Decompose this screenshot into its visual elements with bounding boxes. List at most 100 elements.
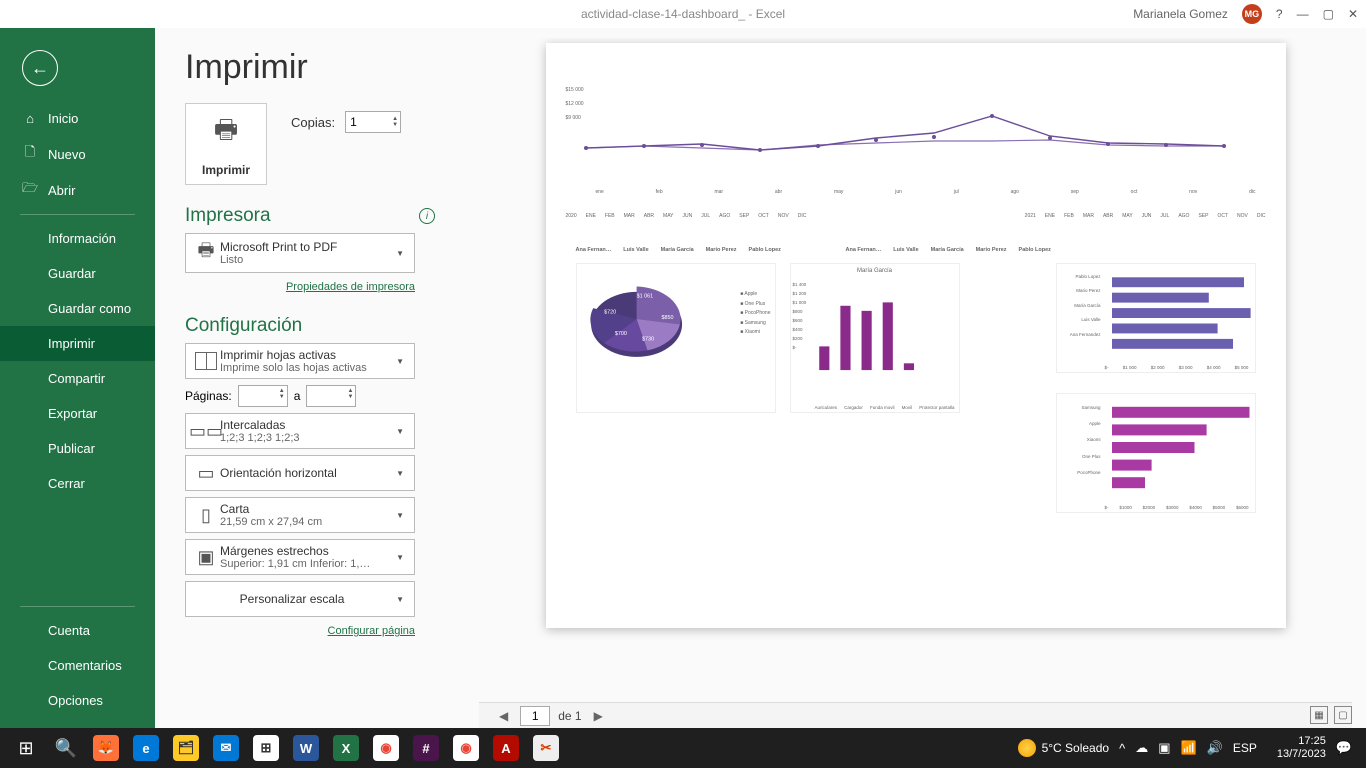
clock[interactable]: 17:25 13/7/2023 [1277,735,1326,761]
sidebar-item-print[interactable]: Imprimir [0,326,155,361]
sidebar-label: Cuenta [48,623,90,638]
taskbar-app-chrome2[interactable]: ◉ [446,728,486,768]
config-section-title: Configuración [185,315,302,337]
wifi-icon[interactable]: 📶 [1180,740,1196,756]
sidebar-label: Imprimir [48,336,95,351]
hbar-chart-brands: SamsungAppleXiaomiOne PlusPocoPhone $-$1… [1056,393,1256,513]
sidebar-item-share[interactable]: Compartir [0,361,155,396]
taskbar-app-firefox[interactable]: 🦊 [86,728,126,768]
orientation-label: Orientación horizontal [220,466,392,480]
page-to-input[interactable]: ▲▼ [306,385,356,407]
margins-selector[interactable]: ▣ Márgenes estrechos Superior: 1,91 cm I… [185,539,415,575]
pie-chart: $1 061 $850 $730 $700 $720 ■ Apple ■ One… [576,263,776,413]
sidebar-item-export[interactable]: Exportar [0,396,155,431]
search-button[interactable]: 🔍 [46,728,86,768]
folder-open-icon: 🗁 [22,182,38,198]
show-margins-button[interactable]: ▢ [1334,706,1352,724]
paper-size-selector[interactable]: ▯ Carta 21,59 cm x 27,94 cm ▼ [185,497,415,533]
print-scope-selector[interactable]: Imprimir hojas activas Imprime solo las … [185,343,415,379]
help-icon[interactable]: ? [1276,7,1283,21]
orientation-selector[interactable]: ▭ Orientación horizontal ▼ [185,455,415,491]
taskbar-app-chrome[interactable]: ◉ [366,728,406,768]
pages-label: Páginas: [185,389,232,403]
info-icon[interactable]: i [419,208,435,224]
spinner-arrows-icon[interactable]: ▲▼ [279,388,285,400]
minimize-icon[interactable]: — [1297,7,1309,21]
collation-selector[interactable]: ▭▭ Intercaladas 1;2;3 1;2;3 1;2;3 ▼ [185,413,415,449]
line-chart: $15 000$12 000$9 000 — 2020 — 2021 [566,83,1266,193]
chevron-down-icon: ▼ [392,511,408,520]
zoom-to-page-button[interactable]: ▦ [1310,706,1328,724]
print-button-label: Imprimir [202,163,250,177]
printer-selector[interactable]: 🖶 Microsoft Print to PDF Listo ▼ [185,233,415,273]
next-page-button[interactable]: ▶ [590,709,607,723]
page-title: Imprimir [185,48,465,87]
chevron-down-icon: ▼ [392,469,408,478]
sidebar-item-close[interactable]: Cerrar [0,466,155,501]
svg-text:$1 061: $1 061 [636,293,653,299]
battery-icon[interactable]: ▣ [1158,740,1170,756]
taskbar-app-excel[interactable]: X [326,728,366,768]
weather-widget[interactable]: 5°C Soleado [1018,739,1110,757]
margin-desc: Superior: 1,91 cm Inferior: 1,… [220,558,392,570]
sidebar-label: Compartir [48,371,105,386]
landscape-icon: ▭ [192,463,220,484]
printer-icon: 🖶 [192,238,220,268]
taskbar-app-store[interactable]: ⊞ [246,728,286,768]
user-avatar[interactable]: MG [1242,4,1262,24]
page-number-input[interactable] [520,706,550,726]
volume-icon[interactable]: 🔊 [1207,740,1223,756]
sidebar-item-saveas[interactable]: Guardar como [0,291,155,326]
sidebar-item-open[interactable]: 🗁Abrir [0,172,155,208]
printer-name: Microsoft Print to PDF [220,240,392,254]
start-button[interactable]: ⊞ [6,728,46,768]
scale-selector[interactable]: Personalizar escala ▼ [185,581,415,617]
weather-text: 5°C Soleado [1042,741,1110,755]
notifications-icon[interactable]: 💬 [1336,740,1352,756]
copies-value: 1 [350,115,357,129]
page-from-input[interactable]: ▲▼ [238,385,288,407]
sidebar-item-info[interactable]: Información [0,221,155,256]
maximize-icon[interactable]: ▢ [1323,7,1334,21]
prev-page-button[interactable]: ◀ [495,709,512,723]
sidebar-label: Información [48,231,116,246]
chevron-down-icon: ▼ [392,427,408,436]
people-tabs-right: Ana Fernan…Luis ValleMaría GarcíaMario P… [846,247,1051,255]
onedrive-icon[interactable]: ☁ [1135,740,1148,756]
taskbar-app-explorer[interactable]: 🗂 [166,728,206,768]
page-setup-link[interactable]: Configurar página [328,625,415,637]
taskbar-app-mail[interactable]: ✉ [206,728,246,768]
copies-spinner[interactable]: 1 ▲▼ [345,111,401,133]
tray-chevron-icon[interactable]: ^ [1119,741,1125,756]
sidebar-item-feedback[interactable]: Comentarios [0,648,155,683]
taskbar-app-acrobat[interactable]: A [486,728,526,768]
taskbar-app-slack[interactable]: # [406,728,446,768]
page-total-label: de 1 [558,709,581,723]
taskbar-app-snip[interactable]: ✂ [526,728,566,768]
hbar-chart-people: Pablo LopezMario PerezMaría GarcíaLuis V… [1056,263,1256,373]
sidebar-label: Inicio [48,111,78,126]
sidebar-item-publish[interactable]: Publicar [0,431,155,466]
paper-name: Carta [220,502,392,516]
pie-legend: ■ Apple ■ One Plus ■ PocoPhone ■ Samsung… [740,290,770,338]
sidebar-item-options[interactable]: Opciones [0,683,155,718]
sidebar-item-home[interactable]: ⌂Inicio [0,100,155,136]
spinner-arrows-icon[interactable]: ▲▼ [347,388,353,400]
preview-footer: ◀ de 1 ▶ ▦ ▢ [479,702,1352,728]
back-button[interactable]: ← [22,50,58,86]
sidebar-item-account[interactable]: Cuenta [0,613,155,648]
spinner-arrows-icon[interactable]: ▲▼ [392,116,398,128]
sidebar-label: Guardar como [48,301,131,316]
language-indicator[interactable]: ESP [1233,741,1257,755]
close-icon[interactable]: ✕ [1348,7,1358,21]
svg-text:$850: $850 [661,315,673,321]
print-button[interactable]: 🖶 Imprimir [185,103,267,185]
printer-properties-link[interactable]: Propiedades de impresora [286,281,415,293]
svg-text:$720: $720 [604,310,616,316]
paper-size: 21,59 cm x 27,94 cm [220,516,392,528]
taskbar-app-edge[interactable]: e [126,728,166,768]
sidebar-item-save[interactable]: Guardar [0,256,155,291]
taskbar-app-word[interactable]: W [286,728,326,768]
scope-desc: Imprime solo las hojas activas [220,362,392,374]
sidebar-item-new[interactable]: 🗋Nuevo [0,136,155,172]
